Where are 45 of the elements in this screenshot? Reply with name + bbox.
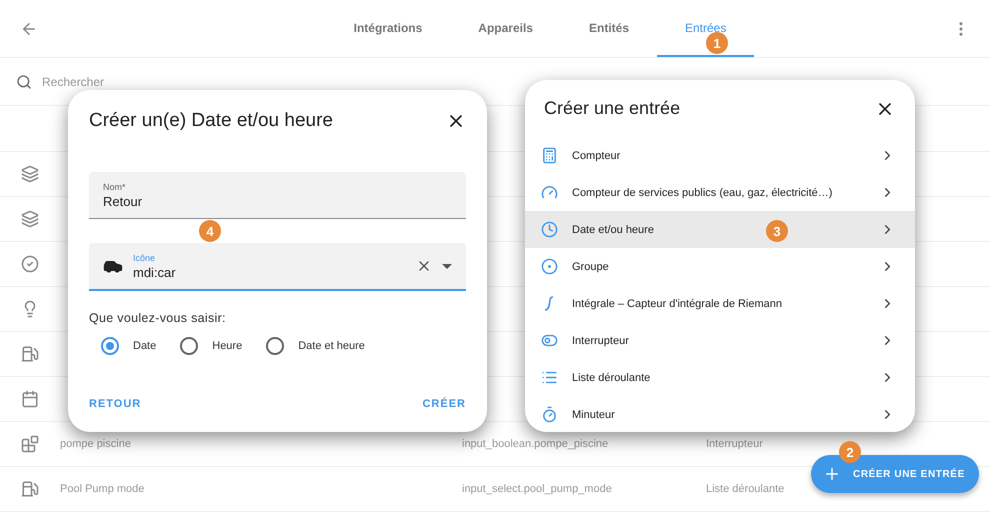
radio-button[interactable] (180, 337, 198, 355)
menu-item[interactable]: Groupe (525, 248, 915, 285)
radio-label: Date (133, 340, 156, 352)
radio-label: Date et heure (298, 340, 365, 352)
radio-label: Heure (212, 340, 242, 352)
clock-icon (541, 221, 558, 238)
name-field[interactable]: Nom* Retour (89, 172, 466, 219)
dropdown-caret-icon[interactable] (442, 264, 452, 268)
toggle-icon (541, 332, 558, 349)
entity-icon (21, 480, 39, 498)
menu-item[interactable]: Interrupteur (525, 322, 915, 359)
table-cell-text: input_select.pool_pump_mode (462, 483, 613, 495)
tab[interactable]: Intégrations (326, 0, 450, 57)
table-cell-text: Interrupteur (706, 438, 764, 450)
question-label: Que voulez-vous saisir: (89, 311, 227, 325)
list-icon (541, 369, 558, 386)
radio-button[interactable] (266, 337, 284, 355)
entity-icon (21, 390, 39, 408)
tab[interactable]: Appareils (450, 0, 561, 57)
entity-icon (21, 255, 39, 273)
counter-icon (541, 147, 558, 164)
icon-field[interactable]: Icône mdi:car (89, 243, 466, 291)
entity-icon (21, 210, 39, 228)
menu-item[interactable]: Minuteur (525, 396, 915, 432)
step-badge: 2 (839, 441, 861, 463)
entity-icon (21, 165, 39, 183)
step-badge: 1 (706, 32, 728, 54)
table-cell-text: Pool Pump mode (60, 483, 146, 495)
stopwatch-icon (541, 406, 558, 423)
radio-button[interactable] (101, 337, 119, 355)
menu-item[interactable]: Intégrale – Capteur d'intégrale de Riemann (525, 285, 915, 322)
entity-icon (21, 345, 39, 363)
menu-item[interactable]: Compteur de services publics (eau, gaz, électricité…) (525, 174, 915, 211)
entity-icon (21, 435, 39, 453)
tab[interactable]: Entités (560, 0, 657, 57)
menu-item[interactable]: Compteur (525, 137, 915, 174)
table-cell-text: Liste déroulante (706, 483, 786, 495)
search-icon (16, 74, 32, 90)
table-cell-text: input_boolean.pompe_piscine (462, 438, 610, 450)
dialog-title: Créer une entrée (544, 98, 680, 119)
plus-icon (823, 465, 841, 483)
gauge-icon (541, 184, 558, 201)
table-cell-text: pompe piscine (60, 438, 132, 450)
dialog-title: Créer un(e) Date et/ou heure (89, 110, 333, 132)
menu-item[interactable]: Liste déroulante (525, 359, 915, 396)
